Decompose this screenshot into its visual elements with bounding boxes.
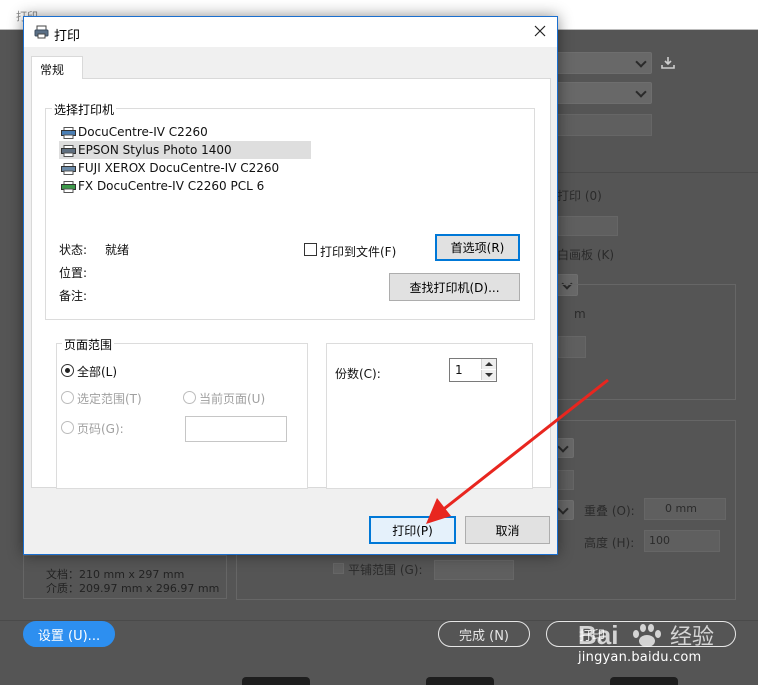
background-tile-range-field[interactable] [434,560,514,580]
page-range-label: 页面范围 [62,336,115,353]
status-label: 状态: [59,243,88,257]
background-field-2 [558,216,618,236]
copies-label: 份数(C): [335,367,381,381]
printer-name: FUJI XEROX DocuCentre-IV C2260 [78,161,280,175]
media-size: 介质：209.97 mm x 296.97 mm [46,582,220,595]
background-tile-checkbox[interactable] [333,563,344,574]
background-combo-5[interactable] [556,500,574,520]
dialog-titlebar: 打印 [24,17,557,47]
close-button[interactable] [523,17,557,47]
background-orientation-icon[interactable] [558,336,586,358]
copies-decrement-button[interactable] [481,370,496,380]
spin-up-icon [485,362,493,366]
select-printer-group: 选择打印机 DocuCentre-IV C2260 EPSON Stylus Ph… [45,101,535,320]
printer-item[interactable]: EPSON Stylus Photo 1400 [59,141,311,159]
svg-text:Bai: Bai [578,620,618,650]
page-range-current-label[interactable]: 当前页面(U) [199,390,265,407]
comment-label: 备注: [59,289,88,303]
background-combo-4[interactable] [556,438,574,458]
print-dialog: 打印 常规 选择打印机 DocuCentre-IV C2260 EPSON Sty… [23,16,558,555]
tab-content-general: 选择打印机 DocuCentre-IV C2260 EPSON Stylus Ph… [31,78,551,489]
background-tile-range-label: 平铺范围 (G): [348,563,423,577]
page-range-selection-radio[interactable] [61,391,74,404]
printer-name: EPSON Stylus Photo 1400 [78,143,232,157]
done-button[interactable]: 完成 (N) [438,621,530,647]
thumbnail-1 [242,677,310,685]
background-palette-label: 白画板 (K) [557,248,615,262]
spin-down-icon [485,373,493,377]
copies-increment-button[interactable] [481,359,496,369]
background-overlap-field[interactable]: 0 mm [644,498,726,520]
page-range-pages-input[interactable] [185,416,287,442]
settings-button[interactable]: 设置 (U)... [23,621,115,647]
select-printer-label: 选择打印机 [52,101,117,118]
copies-spinner[interactable]: 1 [449,358,497,382]
find-printer-button[interactable]: 查找打印机(D)... [389,273,520,301]
background-height-field[interactable]: 100 [644,530,720,552]
document-size-info: 文档：210 mm x 297 mm 介质：209.97 mm x 296.97… [46,568,219,596]
printer-name: DocuCentre-IV C2260 [78,125,208,139]
document-size: 文档：210 mm x 297 mm [46,568,185,581]
status-value: 就绪 [105,243,130,257]
page-range-current-radio[interactable] [183,391,196,404]
background-height-label: 高度 (H): [584,536,635,550]
tab-general[interactable]: 常规 [31,56,83,79]
svg-text:经验: 经验 [670,625,714,650]
printer-name: FX DocuCentre-IV C2260 PCL 6 [78,179,265,193]
page-range-all-radio[interactable] [61,364,74,377]
cancel-button[interactable]: 取消 [465,516,550,544]
printer-list[interactable]: DocuCentre-IV C2260 EPSON Stylus Photo 14… [59,123,311,195]
print-button[interactable]: 打印(P) [369,516,456,544]
thumbnail-2 [426,677,494,685]
page-range-all-label[interactable]: 全部(L) [77,363,117,380]
thumbnail-3 [610,677,678,685]
page-range-group: 页面范围 全部(L) 选定范围(T) 当前页面(U) 页码(G): [56,336,308,489]
location-label: 位置: [59,266,88,280]
preferences-button[interactable]: 首选项(R) [435,234,520,261]
print-to-file-label[interactable]: 打印到文件(F) [320,243,396,260]
printer-item[interactable]: DocuCentre-IV C2260 [59,123,311,141]
background-print-option: 打印 (0) [557,189,602,203]
dialog-title: 打印 [54,29,81,44]
printer-item[interactable]: FX DocuCentre-IV C2260 PCL 6 [59,177,311,195]
watermark-url: jingyan.baidu.com [578,650,702,665]
background-overlap-label: 重叠 (O): [584,504,635,518]
close-icon [534,25,546,37]
printer-icon [61,180,76,198]
background-field-3 [556,470,574,490]
background-unit-m: m [574,307,586,321]
printer-icon [34,25,49,42]
page-range-selection-label[interactable]: 选定范围(T) [77,390,142,407]
copies-group: 份数(C): [326,343,533,489]
printer-item[interactable]: FUJI XEROX DocuCentre-IV C2260 [59,159,311,177]
page-range-pages-radio[interactable] [61,421,74,434]
page-range-pages-label[interactable]: 页码(G): [77,420,124,437]
download-icon[interactable] [660,56,676,73]
print-to-file-checkbox[interactable] [304,243,317,256]
